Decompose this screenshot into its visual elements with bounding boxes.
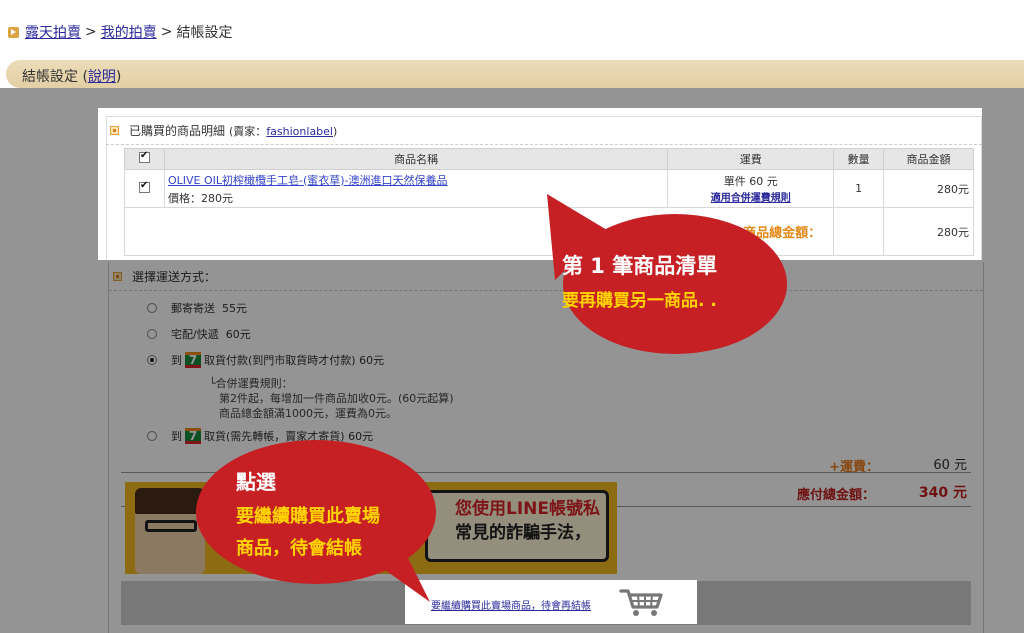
breadcrumb-separator: > <box>160 24 173 40</box>
option-label: 郵寄寄送 <box>171 302 215 315</box>
page-title-bar: 結帳設定 (說明) <box>6 60 1024 88</box>
section-bullet-icon <box>110 126 119 135</box>
table-header-row: 商品名稱 運費 數量 商品金額 <box>124 148 974 170</box>
cartoon-glasses-image <box>145 520 197 532</box>
shipping-option-mail[interactable]: 郵寄寄送 55元 <box>147 300 247 316</box>
merge-shipping-rule-line: 第2件起，每增加一件商品加收0元。(60元起算) <box>219 392 454 405</box>
seller-suffix: ) <box>333 124 338 138</box>
seller-link[interactable]: fashionlabel <box>266 125 333 138</box>
item-amount: 280元 <box>883 169 974 208</box>
shipping-heading-text: 選擇運送方式： <box>132 270 217 284</box>
item-qty: 1 <box>833 169 885 208</box>
callout-second-sub: 要繼續購買此賣場 <box>236 506 380 527</box>
arrow-icon <box>8 26 19 38</box>
select-all-header[interactable] <box>124 148 165 170</box>
shipping-option-delivery[interactable]: 宅配/快遞 60元 <box>147 326 251 342</box>
breadcrumb-current: 結帳設定 <box>176 25 233 41</box>
radio-button[interactable] <box>147 329 157 339</box>
amount-due-label: 應付總金額： <box>796 488 875 503</box>
option-label: 取貨付款(到門市取貨時才付款) <box>204 354 356 367</box>
product-link[interactable]: OLIVE OIL初榨橄欖手工皂-(蜜衣草)-澳洲進口天然保養品 <box>168 174 448 187</box>
banner-line2: 常見的詐騙手法， <box>455 523 591 543</box>
paren: ) <box>115 69 122 85</box>
column-header-name: 商品名稱 <box>163 148 669 170</box>
page-title: 結帳設定 (說明) <box>22 66 121 86</box>
merge-shipping-rule-title: └合併運費規則： <box>209 377 293 390</box>
select-all-checkbox[interactable] <box>138 150 150 163</box>
merge-shipping-rule-line: 商品總金額滿1000元，運費為0元。 <box>219 407 397 420</box>
option-fee: 60元 <box>359 354 385 367</box>
shipping-unit-fee: 單件 60 元 <box>723 175 778 188</box>
option-fee: 60元 <box>225 328 251 341</box>
cart-icon[interactable] <box>619 588 663 618</box>
radio-button-selected[interactable] <box>147 355 157 365</box>
amount-due-value: 340 元 <box>918 485 967 501</box>
option-label: 宅配/快遞 <box>171 328 219 341</box>
option-prefix: 到 <box>171 354 182 367</box>
breadcrumb-separator: > <box>85 24 97 40</box>
shipping-heading: 選擇運送方式： <box>113 268 216 285</box>
column-header-shipping: 運費 <box>667 148 835 170</box>
continue-shopping-box: 要繼續購買此賣場商品，待會再結帳 <box>405 580 697 624</box>
seller-info: (賣家：fashionlabel) <box>229 123 337 139</box>
continue-shopping-link[interactable]: 要繼續購買此賣場商品，待會再結帳 <box>431 597 591 612</box>
page-title-text: 結帳設定 <box>22 69 78 85</box>
callout-second-sub: 商品，待會結帳 <box>236 538 362 559</box>
option-prefix: 到 <box>171 430 182 443</box>
callout-first-heading: 第 1 筆商品清單 <box>562 254 718 278</box>
callout-second-heading: 點選 <box>236 470 276 494</box>
option-fee: 55元 <box>222 302 247 315</box>
purchased-heading-text: 已購買的商品明細 <box>129 124 226 138</box>
column-header-amount: 商品金額 <box>883 148 974 170</box>
item-select-cell[interactable] <box>124 169 165 208</box>
banner-line1: 您使用LINE帳號私 <box>455 499 600 519</box>
help-link[interactable]: 說明 <box>88 69 116 85</box>
breadcrumb-home-link[interactable]: 露天拍賣 <box>25 22 81 42</box>
purchased-heading: 已購買的商品明細 (賣家：fashionlabel) <box>110 122 337 139</box>
items-total-value: 280元 <box>883 207 974 256</box>
shipping-fee-label: +運費： <box>829 460 879 475</box>
item-checkbox[interactable] <box>138 180 150 193</box>
column-header-qty: 數量 <box>833 148 885 170</box>
seven-eleven-logo-icon: 7 <box>185 352 201 368</box>
breadcrumb: 露天拍賣 > 我的拍賣 > 結帳設定 <box>8 22 232 42</box>
radio-button[interactable] <box>147 303 157 313</box>
breadcrumb-myauction-link[interactable]: 我的拍賣 <box>101 22 157 42</box>
empty-cell <box>833 207 885 256</box>
divider <box>106 144 982 145</box>
callout-first-sub: 要再購買另一商品. . <box>562 291 717 311</box>
section-bullet-icon <box>113 272 122 281</box>
radio-button[interactable] <box>147 431 157 441</box>
shipping-fee-value: 60 元 <box>933 458 967 473</box>
shipping-option-711-cod[interactable]: 到 7 取貨付款(到門市取貨時才付款) 60元 <box>147 352 384 368</box>
seller-prefix: (賣家： <box>229 124 267 138</box>
